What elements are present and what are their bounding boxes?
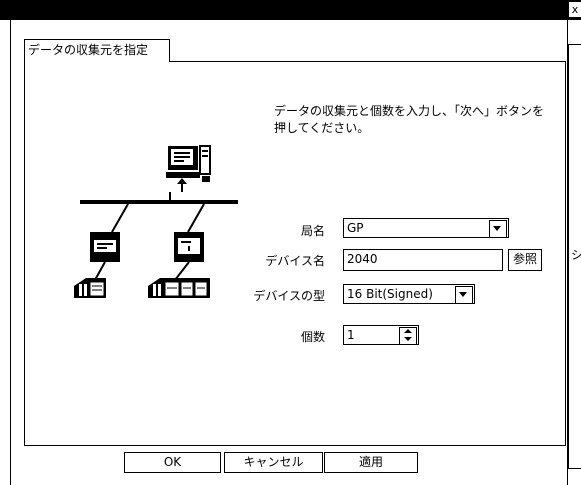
apply-button[interactable]: 適用 (324, 452, 418, 473)
side-panel-label: シ (571, 248, 581, 262)
plc-left-icon (74, 278, 106, 298)
device-value: 2040 (347, 252, 378, 266)
browse-button[interactable]: 参照 (508, 249, 542, 271)
tab-data-source[interactable]: データの収集元を指定 (24, 39, 170, 62)
count-label: 個数 (300, 330, 325, 344)
instruction-text: データの収集元と個数を入力し、「次へ」ボタンを押してください。 (274, 104, 545, 135)
computer-icon (166, 145, 211, 182)
network-bus (80, 200, 238, 204)
count-value: 1 (347, 328, 355, 342)
chevron-down-icon[interactable] (455, 286, 473, 304)
station-value: GP (347, 221, 364, 235)
gp-unit-left-icon (90, 232, 120, 262)
spinner-icon[interactable] (399, 327, 417, 345)
close-button[interactable]: x (569, 2, 581, 17)
device-input[interactable]: 2040 (343, 249, 503, 271)
station-select[interactable]: GP (343, 218, 509, 238)
title-bar (0, 0, 581, 20)
gp-unit-right-icon (174, 232, 204, 262)
device-type-value: 16 Bit(Signed) (347, 287, 433, 301)
station-label: 局名 (300, 224, 325, 238)
count-stepper[interactable]: 1 (343, 325, 419, 345)
ok-button[interactable]: OK (124, 452, 221, 473)
device-type-select[interactable]: 16 Bit(Signed) (343, 284, 475, 304)
network-diagram (74, 145, 238, 298)
device-type-label: デバイスの型 (253, 289, 325, 303)
plc-right-icon (148, 278, 210, 298)
cancel-button[interactable]: キャンセル (224, 452, 323, 473)
device-label: デバイス名 (265, 254, 325, 268)
chevron-down-icon[interactable] (489, 220, 507, 238)
